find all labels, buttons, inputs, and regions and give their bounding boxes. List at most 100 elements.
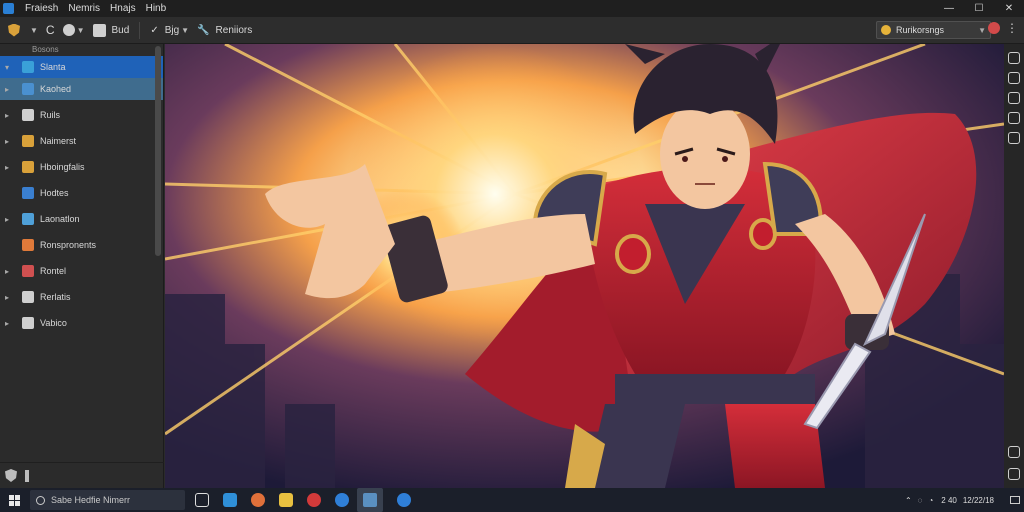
network-icon[interactable]: ◌ bbox=[918, 496, 923, 505]
info-icon[interactable] bbox=[1008, 468, 1020, 480]
filter-icon[interactable] bbox=[1008, 112, 1020, 124]
sidebar-item[interactable]: ▸ Rontel bbox=[0, 260, 163, 282]
sidebar-list: ▾ Slanta ▸ Kaohed ▸ Ruils ▸ Naimerst ▸ Hboingfali… bbox=[0, 56, 163, 334]
volume-icon[interactable]: ◔ bbox=[928, 496, 933, 505]
sidebar-item-icon bbox=[22, 109, 34, 121]
adjust-icon[interactable] bbox=[1008, 92, 1020, 104]
security-button[interactable] bbox=[4, 20, 24, 40]
expand-arrow-icon[interactable]: ▸ bbox=[0, 137, 14, 146]
sidebar-item-label: Ronspronents bbox=[40, 240, 97, 250]
sidebar-item-icon bbox=[22, 83, 34, 95]
search-placeholder: Sabe Hedfie Nimerr bbox=[51, 495, 131, 505]
hero-illustration bbox=[165, 44, 1004, 488]
app-icon bbox=[92, 23, 106, 37]
folder-icon[interactable] bbox=[279, 493, 293, 507]
sidebar-item-label: Slanta bbox=[40, 62, 66, 72]
crop-icon[interactable] bbox=[1008, 72, 1020, 84]
toolbar-divider bbox=[139, 21, 141, 39]
sidebar-scrollbar[interactable] bbox=[155, 46, 161, 256]
dropdown-button[interactable]: ▼ bbox=[24, 20, 42, 40]
task-view-icon[interactable] bbox=[195, 493, 209, 507]
start-button[interactable] bbox=[4, 488, 24, 512]
sidebar-item[interactable]: ▸ Rerlatis bbox=[0, 286, 163, 308]
sidebar-item[interactable]: ▸ Kaohed bbox=[0, 78, 163, 100]
edit-button[interactable]: ✓ Bjg ▼ bbox=[146, 20, 193, 40]
profile-dropdown[interactable]: Rurikorsngs ▼ bbox=[876, 21, 991, 39]
rotate-icon[interactable] bbox=[1008, 52, 1020, 64]
sidebar-item-label: Laonatlon bbox=[40, 214, 80, 224]
chevron-up-icon[interactable]: ⌃ bbox=[905, 496, 912, 505]
sidebar-item[interactable]: ▾ Slanta bbox=[0, 56, 163, 78]
image-viewer[interactable] bbox=[165, 44, 1004, 488]
sidebar-footer bbox=[0, 462, 164, 488]
more-options-icon[interactable]: ⋮ bbox=[1006, 21, 1018, 35]
sidebar-item[interactable]: ▸ Vabico bbox=[0, 312, 163, 334]
expand-arrow-icon[interactable]: ▸ bbox=[0, 111, 14, 120]
expand-arrow-icon[interactable]: ▸ bbox=[0, 163, 14, 172]
refresh-button[interactable]: C bbox=[42, 20, 59, 40]
media-icon[interactable] bbox=[307, 493, 321, 507]
taskbar: Sabe Hedfie Nimerr ⌃ ◌ ◔ 2 40 12/22/18 bbox=[0, 488, 1024, 512]
edge-icon[interactable] bbox=[335, 493, 349, 507]
expand-arrow-icon[interactable]: ▾ bbox=[0, 63, 14, 72]
close-button[interactable]: ✕ bbox=[994, 0, 1024, 17]
sidebar-item[interactable]: ▸ Naimerst bbox=[0, 130, 163, 152]
firefox-icon[interactable] bbox=[251, 493, 265, 507]
record-icon[interactable] bbox=[988, 22, 1000, 34]
clock[interactable]: 12/22/18 bbox=[963, 496, 994, 505]
comment-icon[interactable] bbox=[1008, 132, 1020, 144]
active-task-photos[interactable] bbox=[357, 488, 383, 512]
sidebar-item-icon bbox=[22, 61, 34, 73]
maximize-button[interactable]: ☐ bbox=[964, 0, 994, 17]
expand-arrow-icon[interactable]: ▸ bbox=[0, 85, 14, 94]
menu-item-view[interactable]: Hnajs bbox=[105, 3, 141, 14]
taskbar-search-input[interactable]: Sabe Hedfie Nimerr bbox=[30, 490, 185, 510]
sidebar-item-icon bbox=[22, 291, 34, 303]
navigate-icon bbox=[62, 24, 75, 36]
app-logo-icon bbox=[3, 3, 14, 14]
tools-label: Reniiors bbox=[215, 24, 253, 36]
shield-icon[interactable] bbox=[5, 469, 17, 482]
expand-arrow-icon[interactable]: ▸ bbox=[0, 267, 14, 276]
divider-icon bbox=[25, 469, 29, 482]
sidebar-item-label: Hboingfalis bbox=[40, 162, 85, 172]
window-controls: — ☐ ✕ bbox=[934, 0, 1024, 17]
sidebar-item-label: Vabico bbox=[40, 318, 67, 328]
navigate-button[interactable]: ▼ bbox=[59, 20, 89, 40]
sidebar-header: Bosons bbox=[32, 45, 59, 54]
sidebar-item-label: Rerlatis bbox=[40, 292, 71, 302]
sidebar-item-icon bbox=[22, 161, 34, 173]
sidebar-item-label: Kaohed bbox=[40, 84, 72, 94]
sidebar-item-icon bbox=[22, 187, 34, 199]
help-icon[interactable] bbox=[397, 493, 411, 507]
sidebar-item-icon bbox=[22, 213, 34, 225]
minimize-button[interactable]: — bbox=[934, 0, 964, 17]
sidebar-item[interactable]: Ronspronents bbox=[0, 234, 163, 256]
menu-item-edit[interactable]: Nemris bbox=[63, 3, 105, 14]
tools-button[interactable]: 🔧 Reniiors bbox=[193, 20, 256, 40]
profile-label: Rurikorsngs bbox=[896, 25, 945, 35]
store-icon[interactable] bbox=[223, 493, 237, 507]
toolbar-right: ⋮ bbox=[988, 21, 1018, 35]
sidebar-item[interactable]: ▸ Ruils bbox=[0, 104, 163, 126]
sidebar-item[interactable]: ▸ Hboingfalis bbox=[0, 156, 163, 178]
sidebar-item[interactable]: Hodtes bbox=[0, 182, 163, 204]
app-button[interactable]: Bud bbox=[89, 20, 134, 40]
expand-arrow-icon[interactable]: ▸ bbox=[0, 319, 14, 328]
sidebar-item-icon bbox=[22, 239, 34, 251]
photos-icon bbox=[363, 493, 377, 507]
menu-item-help[interactable]: Hinb bbox=[141, 3, 172, 14]
sidebar-item-label: Ruils bbox=[40, 110, 61, 120]
refresh-icon: C bbox=[45, 23, 55, 37]
menu-item-file[interactable]: Fraiesh bbox=[20, 3, 63, 14]
sidebar-item[interactable]: ▸ Laonatlon bbox=[0, 208, 163, 230]
title-bar: Fraiesh Nemris Hnajs Hinb — ☐ ✕ bbox=[0, 0, 1024, 17]
gallery-icon[interactable] bbox=[1008, 446, 1020, 458]
app-window: Fraiesh Nemris Hnajs Hinb — ☐ ✕ ▼ C ▼ Bu… bbox=[0, 0, 1024, 488]
sidebar: Bosons ▾ Slanta ▸ Kaohed ▸ Ruils ▸ Naimerst ▸ Hbo… bbox=[0, 44, 164, 488]
notifications-icon[interactable] bbox=[1010, 496, 1020, 504]
expand-arrow-icon[interactable]: ▸ bbox=[0, 215, 14, 224]
expand-arrow-icon[interactable]: ▸ bbox=[0, 293, 14, 302]
search-icon bbox=[36, 495, 45, 505]
right-toolbar bbox=[1004, 44, 1024, 488]
